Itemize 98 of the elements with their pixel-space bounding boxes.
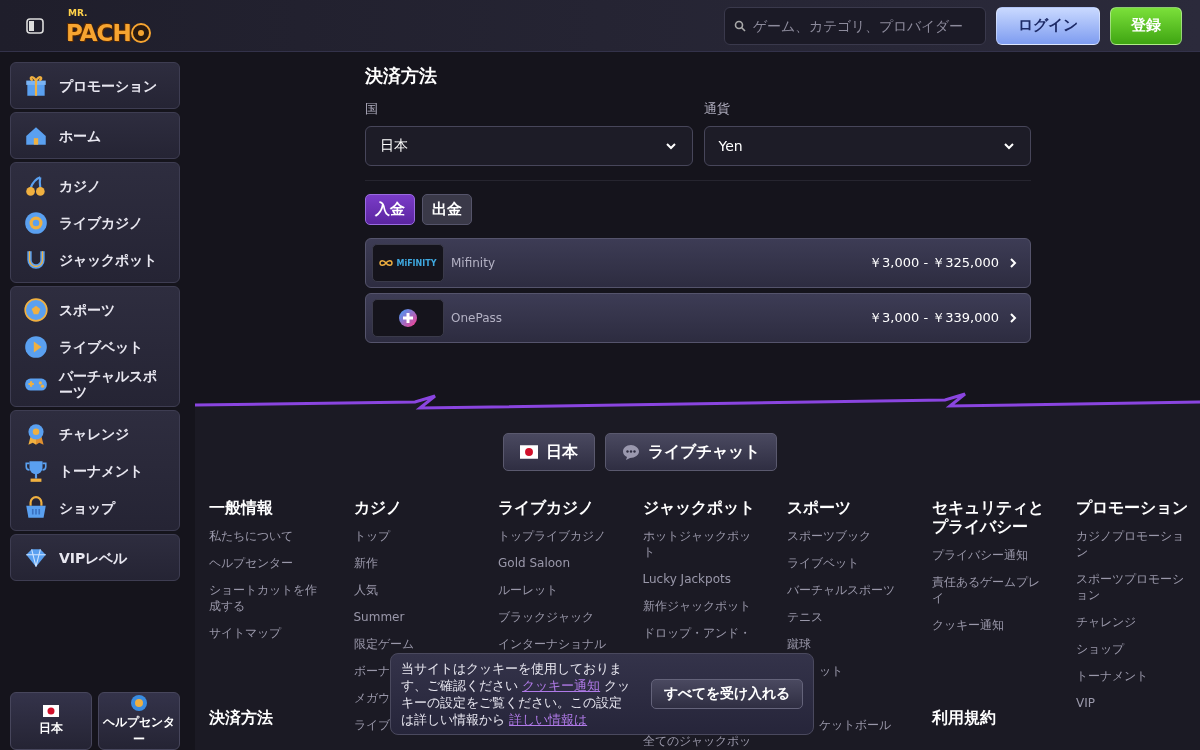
select-field[interactable]: Yen <box>703 126 1031 166</box>
footer-link[interactable]: スポーツブック <box>787 528 871 544</box>
sidebar-item[interactable]: ショップ <box>11 489 179 526</box>
basket-icon <box>23 494 49 521</box>
sidebar-item[interactable]: チャレンジ <box>11 415 179 452</box>
footer-heading: 利用規約 <box>931 709 997 728</box>
footer-link[interactable]: プライバシー通知 <box>931 547 1028 563</box>
cookie-link[interactable]: クッキー通知 <box>522 678 601 693</box>
footer-link[interactable]: スポーツプロモーション <box>1076 571 1194 603</box>
accept-button[interactable]: すべてを受け入れる <box>651 679 803 709</box>
page-title: 決済方法 <box>365 64 438 88</box>
sidebar-item[interactable]: バーチャルスポーツ <box>11 365 179 402</box>
footer-link[interactable]: VIP <box>1076 695 1095 711</box>
footer-heading: 決済方法 <box>209 709 274 728</box>
footer-link[interactable]: インターナショナル <box>498 636 606 652</box>
footer-link[interactable]: ルーレット <box>498 582 558 598</box>
field-label: 通貨 <box>703 100 731 118</box>
method-name: OnePass <box>451 311 503 325</box>
amount-range: ￥3,000 - ￥325,000 <box>869 254 999 272</box>
ball-icon <box>23 296 49 323</box>
disc-icon <box>130 22 151 43</box>
logo-text: MiFINITY <box>396 258 437 268</box>
footer-link[interactable]: Lucky Jackpots <box>642 571 731 587</box>
tab[interactable]: 入金 <box>365 194 415 225</box>
login-button[interactable]: ログイン <box>996 6 1100 45</box>
chip-icon <box>23 209 49 236</box>
footer-link[interactable]: ブラックジャック <box>498 609 594 625</box>
footer-link[interactable]: 人気 <box>353 582 378 598</box>
select-field[interactable]: 日本 <box>365 126 693 166</box>
footer-link[interactable]: ライブベット <box>787 555 859 571</box>
sidebar-item[interactable]: VIPレベル <box>11 539 179 576</box>
method-name: Mifinity <box>451 256 496 270</box>
help-icon <box>131 694 147 711</box>
tab[interactable]: 出金 <box>422 194 472 225</box>
footer-link[interactable]: クッキー通知 <box>931 617 1004 633</box>
footer-link[interactable]: Summer <box>353 609 405 625</box>
cookie-link[interactable]: 詳しい情報は <box>509 712 588 727</box>
footer-link[interactable]: ショップ <box>1076 641 1124 657</box>
footer-heading: スポーツ <box>787 499 852 518</box>
sidebar-item[interactable]: ホーム <box>11 117 179 154</box>
footer-heading: セキュリティとプライバシー <box>931 499 1045 537</box>
sidebar-toggle-icon[interactable] <box>26 16 44 35</box>
cookie-message: 当サイトはクッキーを使用しております、ご確認ください クッキー通知 クッキーの設定をご覧ください。この設定は詳しい情報から 詳しい情報は <box>401 660 631 728</box>
sidebar-item[interactable]: トーナメント <box>11 452 179 489</box>
search-field[interactable]: ゲーム、カテゴリ、プロバイダー <box>724 6 986 45</box>
logo-text[interactable]: PACH <box>66 19 131 46</box>
footer-heading: プロモーション <box>1076 499 1189 518</box>
footer-link[interactable]: ドロップ・アンド・ <box>642 625 751 641</box>
amount-range: ￥3,000 - ￥339,000 <box>869 309 999 327</box>
sidebar-item[interactable]: ジャックポット <box>11 241 179 278</box>
footer-link[interactable]: サイトマップ <box>209 625 281 641</box>
footer-heading: カジノ <box>353 499 403 518</box>
footer-link[interactable]: チャレンジ <box>1076 614 1136 630</box>
sidebar-item[interactable]: ライブベット <box>11 328 179 365</box>
footer-link[interactable]: トーナメント <box>1076 668 1148 684</box>
footer-link[interactable]: 新作ジャックポット <box>642 598 751 614</box>
footer-heading: 一般情報 <box>209 499 274 518</box>
search-icon <box>734 19 746 32</box>
footer-link[interactable]: 全てのジャックポッ <box>642 733 751 749</box>
footer-link[interactable]: トップライブカジノ <box>498 528 606 544</box>
logo-small-text: MR. <box>68 7 88 18</box>
live-chat-button[interactable]: ライブチャット <box>604 433 777 471</box>
footer-heading: ジャックポット <box>642 499 756 518</box>
footer-link[interactable]: ホットジャックポット <box>642 528 761 560</box>
sidebar-item[interactable]: スポーツ <box>11 291 179 328</box>
sidebar-item[interactable]: ライブカジノ <box>11 204 179 241</box>
sidebar-item[interactable]: プロモーション <box>11 67 179 104</box>
field-label: 国 <box>365 100 379 118</box>
payment-method-row[interactable]: OnePass ￥3,000 - ￥339,000 <box>365 293 1031 343</box>
footer-link[interactable]: ケットボール <box>819 717 891 733</box>
plus-circle-icon <box>398 308 418 328</box>
footer-link[interactable]: 限定ゲーム <box>353 636 414 652</box>
footer-link[interactable]: バーチャルスポーツ <box>787 582 895 598</box>
footer-link[interactable]: ショートカットを作成する <box>209 582 327 614</box>
chat-icon <box>621 444 640 460</box>
footer-link[interactable]: 私たちについて <box>209 528 293 544</box>
language-button[interactable]: 日本 <box>502 433 595 471</box>
footer-link[interactable]: トップ <box>353 528 390 544</box>
footer-link[interactable]: メガウ <box>353 690 390 706</box>
footer-link[interactable]: テニス <box>787 609 823 625</box>
footer-link[interactable]: ボーナ <box>353 663 390 679</box>
payment-method-row[interactable]: MiFINITY Mifinity ￥3,000 - ￥325,000 <box>365 238 1031 288</box>
footer-link[interactable]: カジノプロモーション <box>1076 528 1194 560</box>
play-icon <box>23 333 49 360</box>
footer-link[interactable]: 新作 <box>353 555 378 571</box>
footer-link[interactable]: ヘルプセンター <box>209 555 293 571</box>
flag-icon <box>43 705 59 717</box>
footer-link[interactable]: ット <box>819 663 843 679</box>
footer-link[interactable]: 責任あるゲームプレイ <box>931 574 1050 606</box>
footer-link[interactable]: 蹴球 <box>787 636 811 652</box>
help-button[interactable]: ヘルプセンター <box>98 692 180 750</box>
footer-link[interactable]: Gold Saloon <box>498 555 570 571</box>
flag-icon <box>519 445 538 459</box>
language-button[interactable]: 日本 <box>10 692 92 750</box>
footer-heading: ライブカジノ <box>498 499 595 518</box>
sidebar-item[interactable]: カジノ <box>11 167 179 204</box>
footer-link[interactable]: ライブ <box>353 717 390 733</box>
infinity-icon <box>379 259 394 267</box>
